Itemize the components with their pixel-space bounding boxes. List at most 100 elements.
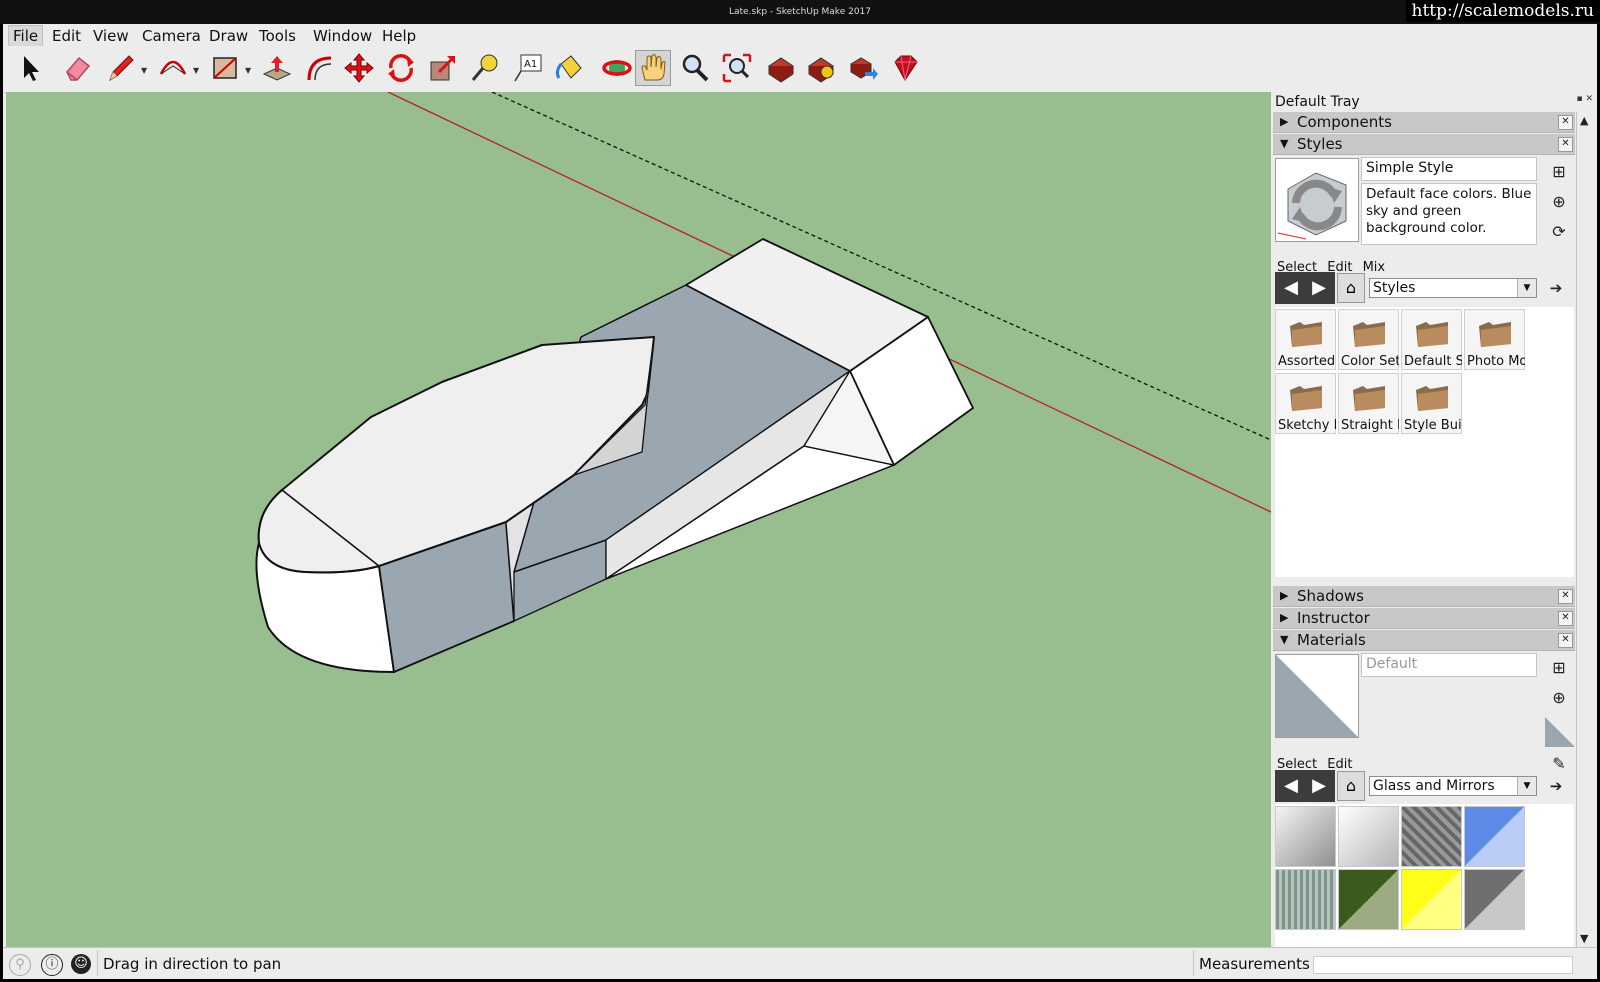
offset-tool-button[interactable] [301, 50, 337, 86]
material-swatch-glass-yellow[interactable] [1401, 869, 1462, 930]
arc-tool-dropdown-icon[interactable]: ▼ [193, 66, 199, 75]
scale-tool-button[interactable] [425, 50, 461, 86]
folder-icon [1353, 386, 1385, 411]
pencil-icon [109, 55, 134, 82]
model-canvas[interactable] [6, 92, 1271, 947]
measurements-input[interactable] [1313, 956, 1573, 974]
extension-warehouse-tool-button[interactable] [803, 50, 839, 86]
instructor-panel-header[interactable]: ▶ Instructor ✕ [1273, 608, 1575, 629]
folder-tile[interactable]: Sketchy Edges [1275, 373, 1336, 434]
select-tool-button[interactable] [13, 50, 49, 86]
close-icon[interactable]: ✕ [1558, 611, 1573, 626]
tape-measure-tool-button[interactable] [467, 50, 503, 86]
components-panel-header[interactable]: ▶ Components ✕ [1273, 112, 1575, 133]
menu-camera[interactable]: Camera [138, 26, 205, 46]
zoom-extents-tool-button[interactable] [719, 50, 755, 86]
tray-pin-close-icon[interactable]: ▪ ✕ [1576, 94, 1593, 104]
shadows-label: Shadows [1297, 587, 1365, 605]
user-account-icon[interactable]: ☺ [71, 954, 91, 974]
menu-file[interactable]: File [8, 25, 44, 47]
menu-tools[interactable]: Tools [255, 26, 300, 46]
drawing-viewport[interactable] [6, 92, 1271, 947]
material-name-field[interactable]: Default [1361, 653, 1537, 677]
paint-bucket-tool-button[interactable] [551, 50, 587, 86]
folder-tile[interactable]: Photo Modeling [1464, 309, 1525, 370]
push-pull-tool-button[interactable] [259, 50, 295, 86]
material-swatch-glass-blue[interactable] [1464, 806, 1525, 867]
menu-help[interactable]: Help [378, 26, 420, 46]
folder-tile[interactable]: Straight Lines [1338, 373, 1399, 434]
paint-bucket-icon [555, 55, 582, 79]
material-swatch-glass-textured[interactable] [1275, 869, 1336, 930]
material-swatch-glass-light[interactable] [1338, 806, 1399, 867]
styles-collection-value: Styles [1373, 280, 1416, 296]
create-material-icon[interactable]: ⊞ [1549, 658, 1569, 678]
style-name-field[interactable]: Simple Style [1361, 157, 1537, 181]
close-icon[interactable]: ✕ [1558, 137, 1573, 152]
move-tool-button[interactable] [341, 50, 377, 86]
add-style-icon[interactable]: ⊕ [1549, 192, 1569, 212]
shadows-panel-header[interactable]: ▶ Shadows ✕ [1273, 586, 1575, 607]
folder-tile[interactable]: Assorted Styles [1275, 309, 1336, 370]
tab-mix[interactable]: Mix [1363, 260, 1386, 275]
scroll-down-icon[interactable]: ▼ [1580, 932, 1588, 945]
scale-icon [430, 55, 456, 81]
materials-panel-header[interactable]: ▼ Materials ✕ [1273, 630, 1575, 651]
material-swatch-glass-green[interactable] [1338, 869, 1399, 930]
arc-tool-button[interactable] [155, 50, 191, 86]
materials-home-button[interactable]: ⌂ [1337, 771, 1365, 801]
zoom-tool-button[interactable] [677, 50, 713, 86]
warehouse-tool-button[interactable] [763, 50, 799, 86]
rotate-tool-button[interactable] [383, 50, 419, 86]
folder-tile[interactable]: Color Sets [1338, 309, 1399, 370]
credits-icon[interactable]: ⓘ [41, 954, 63, 976]
forward-arrow-icon[interactable]: ▶ [1309, 278, 1329, 298]
folder-tile[interactable]: Style Builder [1401, 373, 1462, 434]
share-model-tool-button[interactable] [845, 50, 881, 86]
folder-tile[interactable]: Default Styles [1401, 309, 1462, 370]
sample-paint-swatch-icon[interactable] [1545, 717, 1575, 747]
line-tool-button[interactable] [103, 50, 139, 86]
materials-collection-select[interactable]: Glass and Mirrors ▼ [1369, 776, 1537, 796]
material-swatch-glass-dark[interactable] [1464, 869, 1525, 930]
menu-draw[interactable]: Draw [205, 26, 252, 46]
close-icon[interactable]: ✕ [1558, 115, 1573, 130]
menu-view[interactable]: View [89, 26, 133, 46]
eraser-tool-button[interactable] [59, 50, 95, 86]
styles-nav-bar: ◀ ▶ [1275, 272, 1335, 304]
back-arrow-icon[interactable]: ◀ [1281, 278, 1301, 298]
styles-panel-header[interactable]: ▼ Styles ✕ [1273, 134, 1575, 155]
default-tray: Default Tray ▪ ✕ ▶ Components ✕ ▼ Styles… [1273, 92, 1597, 950]
line-tool-dropdown-icon[interactable]: ▼ [141, 66, 147, 75]
material-swatch-glass-block[interactable] [1401, 806, 1462, 867]
close-icon[interactable]: ✕ [1558, 589, 1573, 604]
styles-details-icon[interactable]: ➔ [1543, 273, 1569, 303]
collapsed-arrow-icon: ▶ [1280, 611, 1289, 624]
tray-scrollbar[interactable]: ▲ ▼ [1576, 112, 1596, 950]
update-style-icon[interactable]: ⟳ [1549, 222, 1569, 242]
style-description-field[interactable]: Default face colors. Blue sky and green … [1361, 183, 1537, 245]
styles-home-button[interactable]: ⌂ [1337, 273, 1365, 303]
style-update-icon [1276, 159, 1358, 241]
material-swatch-glass-gray[interactable] [1275, 806, 1336, 867]
back-arrow-icon[interactable]: ◀ [1281, 776, 1301, 796]
orbit-tool-button[interactable] [599, 50, 635, 86]
styles-label: Styles [1297, 135, 1343, 153]
ruby-console-tool-button[interactable] [887, 50, 923, 86]
geo-location-icon[interactable]: ⚲ [9, 954, 31, 976]
menu-window[interactable]: Window [309, 26, 376, 46]
style-thumbnail[interactable] [1275, 158, 1359, 242]
close-icon[interactable]: ✕ [1558, 633, 1573, 648]
rectangle-tool-dropdown-icon[interactable]: ▼ [245, 66, 251, 75]
styles-collection-select[interactable]: Styles ▼ [1369, 278, 1537, 298]
forward-arrow-icon[interactable]: ▶ [1309, 776, 1329, 796]
scroll-up-icon[interactable]: ▲ [1580, 114, 1588, 127]
material-thumbnail[interactable] [1275, 654, 1359, 738]
menu-edit[interactable]: Edit [48, 26, 85, 46]
add-material-icon[interactable]: ⊕ [1549, 688, 1569, 708]
create-style-icon[interactable]: ⊞ [1549, 162, 1569, 182]
rectangle-tool-button[interactable] [207, 50, 243, 86]
pan-tool-button[interactable] [635, 50, 671, 86]
text-tool-button[interactable]: A1 [509, 50, 545, 86]
materials-details-icon[interactable]: ➔ [1543, 771, 1569, 801]
